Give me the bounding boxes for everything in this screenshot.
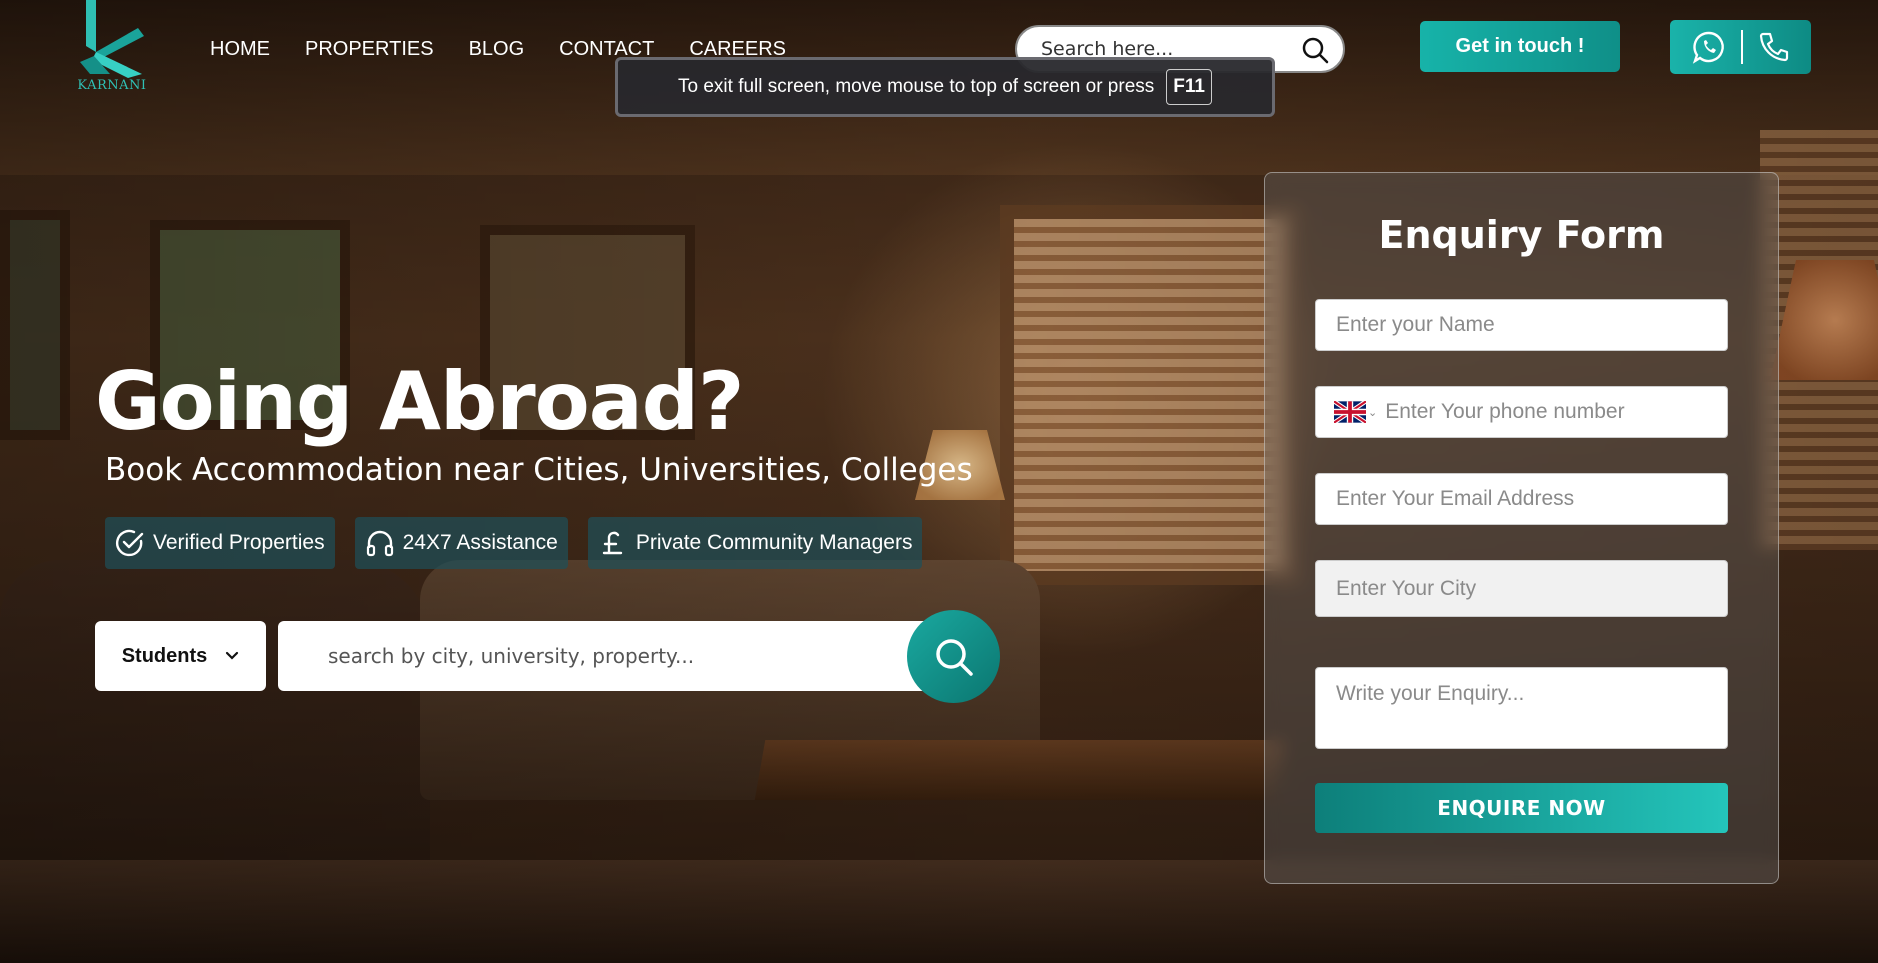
feature-label: Verified Properties	[153, 531, 325, 554]
fullscreen-notice: To exit full screen, move mouse to top o…	[615, 57, 1275, 117]
hero-subtitle: Book Accommodation near Cities, Universi…	[105, 452, 973, 488]
phone-input[interactable]	[1381, 387, 1727, 437]
name-field	[1315, 299, 1728, 351]
enquiry-message-input[interactable]	[1316, 668, 1727, 748]
chevron-down-icon	[226, 651, 239, 660]
audience-select-value: Students	[121, 644, 208, 667]
feature-badge: 24X7 Assistance	[354, 517, 568, 569]
check-circle-icon	[116, 529, 144, 557]
logo-wordmark: KARNANI	[77, 78, 147, 93]
feature-badge: Private Community Managers	[587, 517, 923, 569]
feature-badges: Verified Properties 24X7 Assistance Priv…	[105, 517, 923, 569]
enquiry-message-field	[1315, 667, 1728, 749]
email-field	[1315, 473, 1728, 525]
search-icon[interactable]	[1301, 36, 1329, 64]
enquiry-form-title: Enquiry Form	[1378, 213, 1665, 257]
whatsapp-icon[interactable]	[1692, 30, 1726, 64]
property-search-button[interactable]	[907, 610, 1000, 703]
feature-label: Private Community Managers	[635, 531, 913, 554]
hero-title: Going Abroad?	[95, 355, 744, 448]
nav-properties[interactable]: PROPERTIES	[305, 38, 434, 61]
audience-select[interactable]: Students	[95, 621, 266, 691]
enquire-now-button[interactable]: ENQUIRE NOW	[1315, 783, 1728, 833]
country-caret-icon[interactable]: ⌄	[1368, 406, 1377, 419]
contact-buttons	[1670, 20, 1811, 74]
phone-field: ⌄	[1315, 386, 1728, 438]
pound-icon	[602, 531, 623, 555]
headphones-icon	[366, 530, 393, 557]
property-search-input[interactable]	[278, 644, 938, 668]
email-input[interactable]	[1316, 474, 1727, 524]
nav-blog[interactable]: BLOG	[469, 38, 525, 61]
name-input[interactable]	[1316, 300, 1727, 350]
nav-home[interactable]: HOME	[210, 38, 270, 61]
get-in-touch-button[interactable]: Get in touch !	[1420, 21, 1620, 72]
property-search-field	[278, 621, 938, 691]
phone-icon[interactable]	[1758, 31, 1790, 63]
feature-badge: Verified Properties	[105, 517, 335, 569]
enquiry-form: Enquiry Form ⌄ ENQUIRE NOW	[1264, 172, 1779, 884]
search-icon	[935, 638, 973, 676]
feature-label: 24X7 Assistance	[402, 531, 558, 554]
uk-flag-icon[interactable]	[1334, 401, 1366, 423]
fullscreen-notice-key: F11	[1166, 69, 1212, 105]
city-field	[1315, 560, 1728, 617]
fullscreen-notice-text: To exit full screen, move mouse to top o…	[678, 76, 1155, 97]
city-input[interactable]	[1316, 561, 1727, 616]
